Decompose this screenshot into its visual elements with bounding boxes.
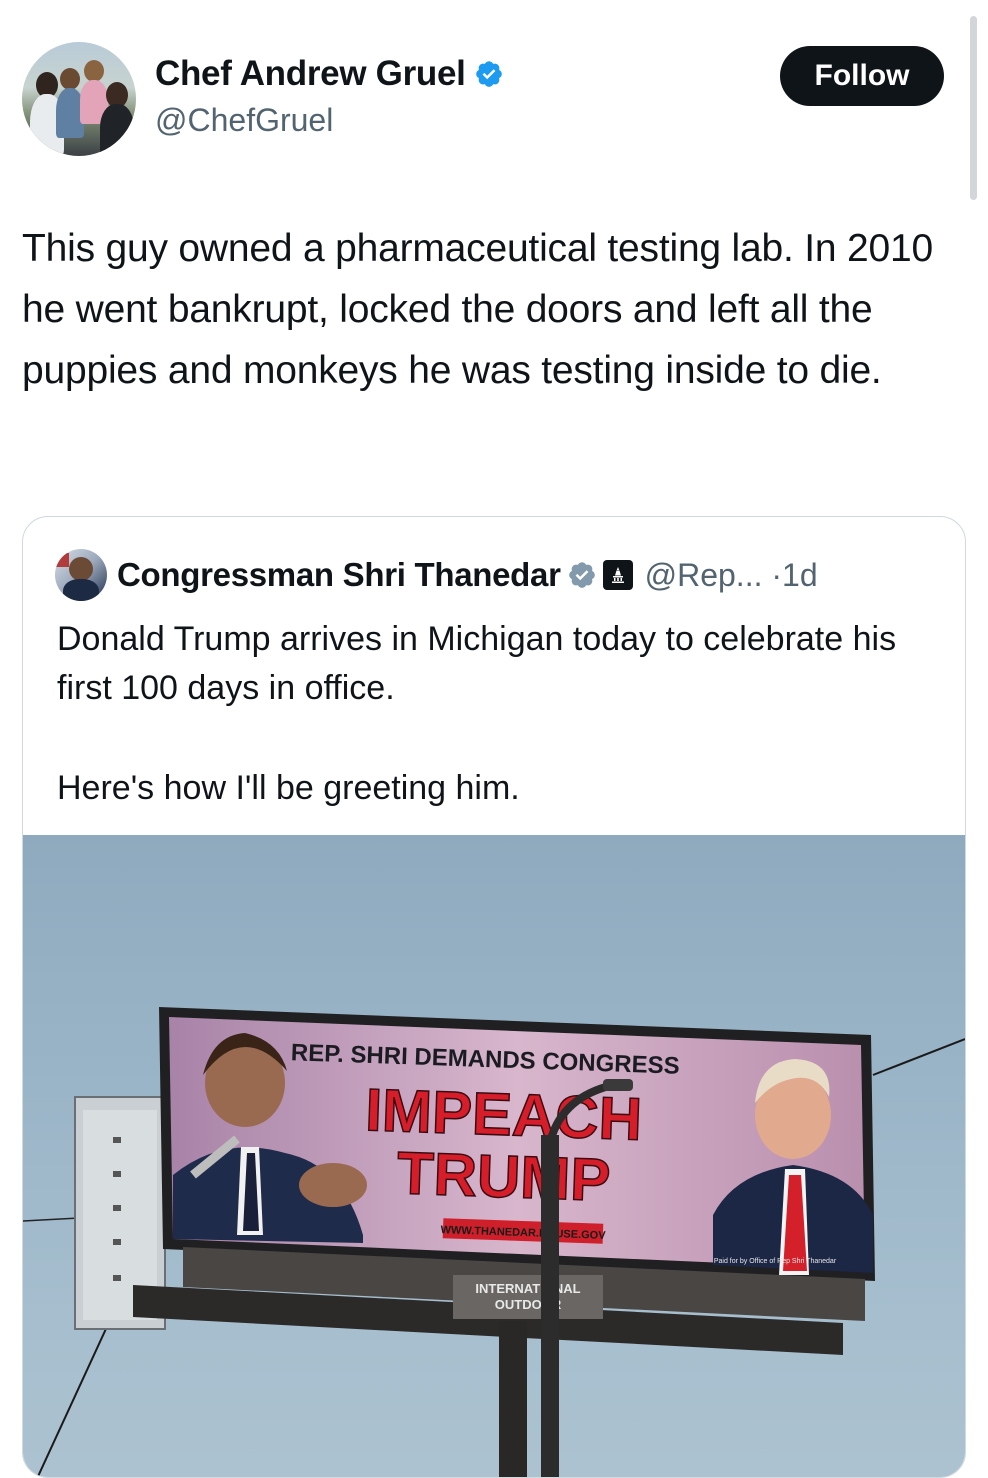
quoted-tweet-header: Congressman Shri Thanedar @Rep... ·1d	[55, 547, 818, 603]
quoted-author-handle[interactable]: @Rep...	[645, 557, 763, 593]
quoted-author-name[interactable]: Congressman Shri Thanedar	[117, 556, 561, 594]
follow-button[interactable]: Follow	[780, 46, 944, 106]
quoted-tweet-card[interactable]: Congressman Shri Thanedar @Rep... ·1d Do…	[22, 516, 966, 1478]
billboard-photo: REP. SHRI DEMANDS CONGRESS IMPEACH TRUMP…	[23, 1007, 965, 1477]
quoted-tweet-time[interactable]: 1d	[782, 557, 818, 593]
billboard-headline-trump: TRUMP	[396, 1139, 612, 1213]
quoted-tweet-paragraph-1: Donald Trump arrives in Michigan today t…	[57, 620, 897, 707]
tweet-header: Chef Andrew Gruel @ChefGruel Follow	[22, 42, 952, 162]
billboard-company-1: INTERNATIONAL	[475, 1281, 580, 1296]
quoted-tweet-text: Donald Trump arrives in Michigan today t…	[57, 615, 937, 813]
gray-verified-badge-icon	[568, 562, 595, 588]
meta-separator: ·	[771, 556, 783, 593]
author-name-text[interactable]: Chef Andrew Gruel	[155, 52, 466, 96]
verified-badge-icon	[475, 61, 502, 87]
author-avatar[interactable]	[22, 42, 136, 156]
tweet-text: This guy owned a pharmaceutical testing …	[22, 227, 933, 392]
government-affiliation-icon	[602, 560, 633, 590]
author-display-name[interactable]: Chef Andrew Gruel	[155, 52, 504, 96]
scrollbar[interactable]	[970, 16, 977, 200]
author-handle[interactable]: @ChefGruel	[155, 98, 504, 142]
quoted-tweet-photo[interactable]: REP. SHRI DEMANDS CONGRESS IMPEACH TRUMP…	[23, 835, 965, 1477]
billboard-disclaimer: Paid for by Office of Rep Shri Thanedar	[714, 1258, 837, 1265]
quoted-tweet-paragraph-2: Here's how I'll be greeting him.	[57, 769, 520, 807]
quoted-author-avatar[interactable]	[55, 549, 107, 601]
